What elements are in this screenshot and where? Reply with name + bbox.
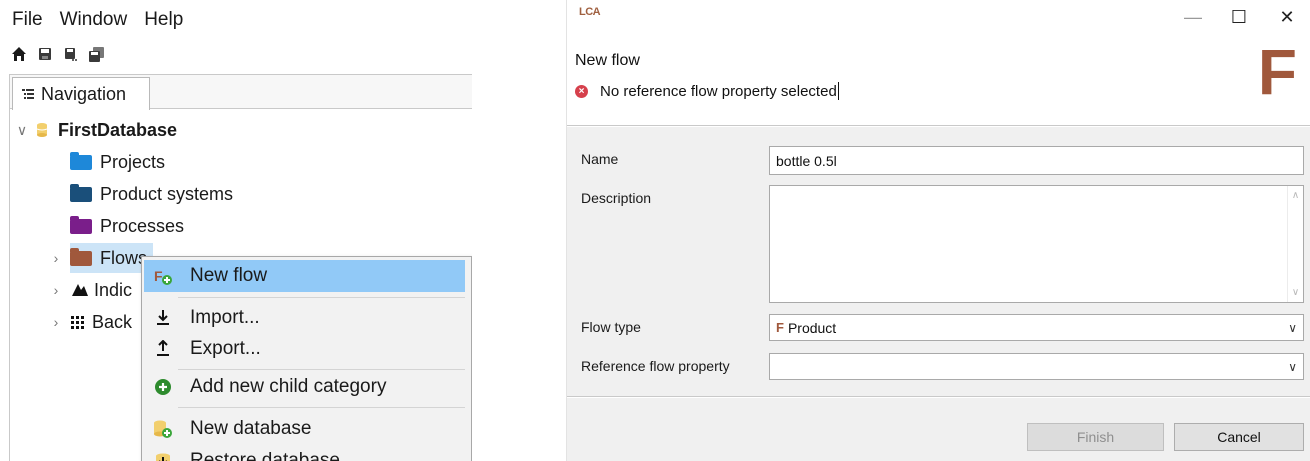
new-flow-icon: F — [152, 265, 174, 287]
scroll-down-icon[interactable]: ∨ — [1292, 287, 1299, 298]
folder-icon — [70, 215, 92, 234]
tree-item-indicators[interactable]: › Indic — [48, 275, 132, 305]
chevron-right-icon[interactable]: › — [48, 282, 64, 298]
tree-item-label: Flows — [100, 247, 148, 268]
lca-logo-icon: LCA — [579, 6, 601, 18]
export-icon — [152, 338, 174, 360]
menu-separator — [178, 369, 465, 370]
restore-database-icon — [152, 450, 174, 461]
main-toolbar — [10, 42, 105, 66]
chevron-down-icon[interactable]: ∨ — [1288, 360, 1297, 374]
folder-icon — [70, 151, 92, 170]
menu-item-label: Restore database — [190, 450, 340, 461]
ref-prop-select[interactable]: ∨ — [769, 353, 1304, 380]
error-icon: × — [575, 84, 588, 98]
home-icon[interactable] — [10, 46, 27, 63]
tree-item-label: Product systems — [100, 183, 234, 204]
finish-button[interactable]: Finish — [1027, 423, 1164, 451]
tree-item-product-systems[interactable]: Product systems — [70, 179, 233, 209]
tree-item-processes[interactable]: Processes — [70, 211, 184, 241]
dialog-title: New flow — [575, 52, 640, 69]
tree-item-label: Back — [92, 311, 133, 332]
tree-item-background[interactable]: › Back — [48, 307, 132, 337]
chevron-right-icon[interactable]: › — [48, 250, 64, 266]
tree-item-label: Projects — [100, 151, 166, 172]
minimize-button[interactable]: — — [1173, 4, 1213, 30]
dialog-titlebar: LCA — ☐ ✕ — [567, 0, 1310, 34]
description-textarea[interactable]: ∧ ∨ — [769, 185, 1304, 303]
dialog-header: New flow × No reference flow property se… — [567, 34, 1310, 126]
menu-item-new-flow[interactable]: F New flow — [144, 260, 465, 292]
menu-item-new-database[interactable]: New database — [144, 413, 465, 445]
dialog-footer: Finish Cancel — [567, 398, 1310, 461]
cancel-button[interactable]: Cancel — [1174, 423, 1304, 451]
menu-separator — [178, 407, 465, 408]
chevron-down-icon[interactable]: ∨ — [14, 122, 30, 139]
new-flow-dialog: LCA — ☐ ✕ New flow × No reference flow p… — [566, 0, 1310, 461]
menu-bar: File Window Help — [0, 0, 472, 40]
name-input[interactable]: bottle 0.5l — [769, 146, 1304, 175]
save-all-icon[interactable] — [88, 46, 105, 63]
menu-help[interactable]: Help — [144, 9, 183, 31]
context-menu: F New flow Import... Export... Add new c… — [141, 256, 472, 461]
error-text: No reference flow property selected — [600, 82, 837, 100]
save-icon[interactable] — [36, 46, 53, 63]
svg-text:F: F — [154, 268, 163, 284]
folder-icon — [70, 247, 92, 266]
menu-item-label: Export... — [190, 338, 261, 359]
flow-type-label: Flow type — [581, 319, 641, 335]
menu-item-label: New database — [190, 418, 312, 439]
menu-file[interactable]: File — [12, 9, 43, 31]
menu-item-export[interactable]: Export... — [144, 333, 465, 365]
menu-window[interactable]: Window — [60, 9, 128, 31]
tree-item-projects[interactable]: Projects — [70, 147, 165, 177]
tree-item-label: Processes — [100, 215, 185, 236]
flow-type-select[interactable]: F Product ∨ — [769, 314, 1304, 341]
dialog-body: Name bottle 0.5l Description ∧ ∨ Flow ty… — [567, 127, 1310, 397]
menu-separator — [178, 297, 465, 298]
tree-icon — [22, 89, 34, 99]
tree-item-label: Indic — [94, 279, 133, 300]
chevron-down-icon[interactable]: ∨ — [1288, 321, 1297, 335]
name-label: Name — [581, 151, 619, 167]
error-message: × No reference flow property selected — [575, 82, 839, 100]
new-database-icon — [152, 418, 174, 440]
save-as-icon[interactable] — [62, 46, 79, 63]
description-label: Description — [581, 190, 652, 206]
description-scrollbar[interactable]: ∧ ∨ — [1287, 186, 1303, 302]
main-window: File Window Help Navigation ∨ FirstDatab… — [0, 0, 472, 461]
tree-root[interactable]: ∨ FirstDatabase — [14, 115, 177, 145]
add-circle-icon — [152, 376, 174, 398]
flow-type-value: Product — [787, 319, 837, 336]
menu-item-import[interactable]: Import... — [144, 302, 465, 334]
folder-icon — [70, 183, 92, 202]
text-caret — [837, 82, 839, 100]
tab-strip: Navigation — [10, 75, 472, 110]
indicator-icon — [72, 284, 88, 296]
database-icon — [36, 123, 48, 137]
maximize-button[interactable]: ☐ — [1219, 4, 1259, 30]
scroll-up-icon[interactable]: ∧ — [1292, 190, 1299, 201]
tab-label: Navigation — [41, 83, 127, 104]
tree-item-flows[interactable]: › Flows — [48, 243, 154, 273]
menu-item-restore-database[interactable]: Restore database — [144, 445, 465, 461]
chevron-right-icon[interactable]: › — [48, 314, 64, 330]
tree-root-label: FirstDatabase — [58, 119, 178, 140]
menu-item-label: Add new child category — [190, 376, 387, 397]
tab-navigation[interactable]: Navigation — [12, 77, 150, 110]
close-button[interactable]: ✕ — [1267, 4, 1307, 30]
menu-item-label: New flow — [190, 265, 268, 286]
product-flow-icon: F — [776, 320, 784, 335]
flow-header-icon: F — [1257, 36, 1297, 108]
ref-prop-label: Reference flow property — [581, 358, 730, 374]
grid-icon — [71, 316, 84, 329]
menu-item-label: Import... — [190, 307, 260, 328]
name-value: bottle 0.5l — [776, 152, 837, 169]
import-icon — [152, 307, 174, 329]
menu-item-add-category[interactable]: Add new child category — [144, 371, 465, 403]
